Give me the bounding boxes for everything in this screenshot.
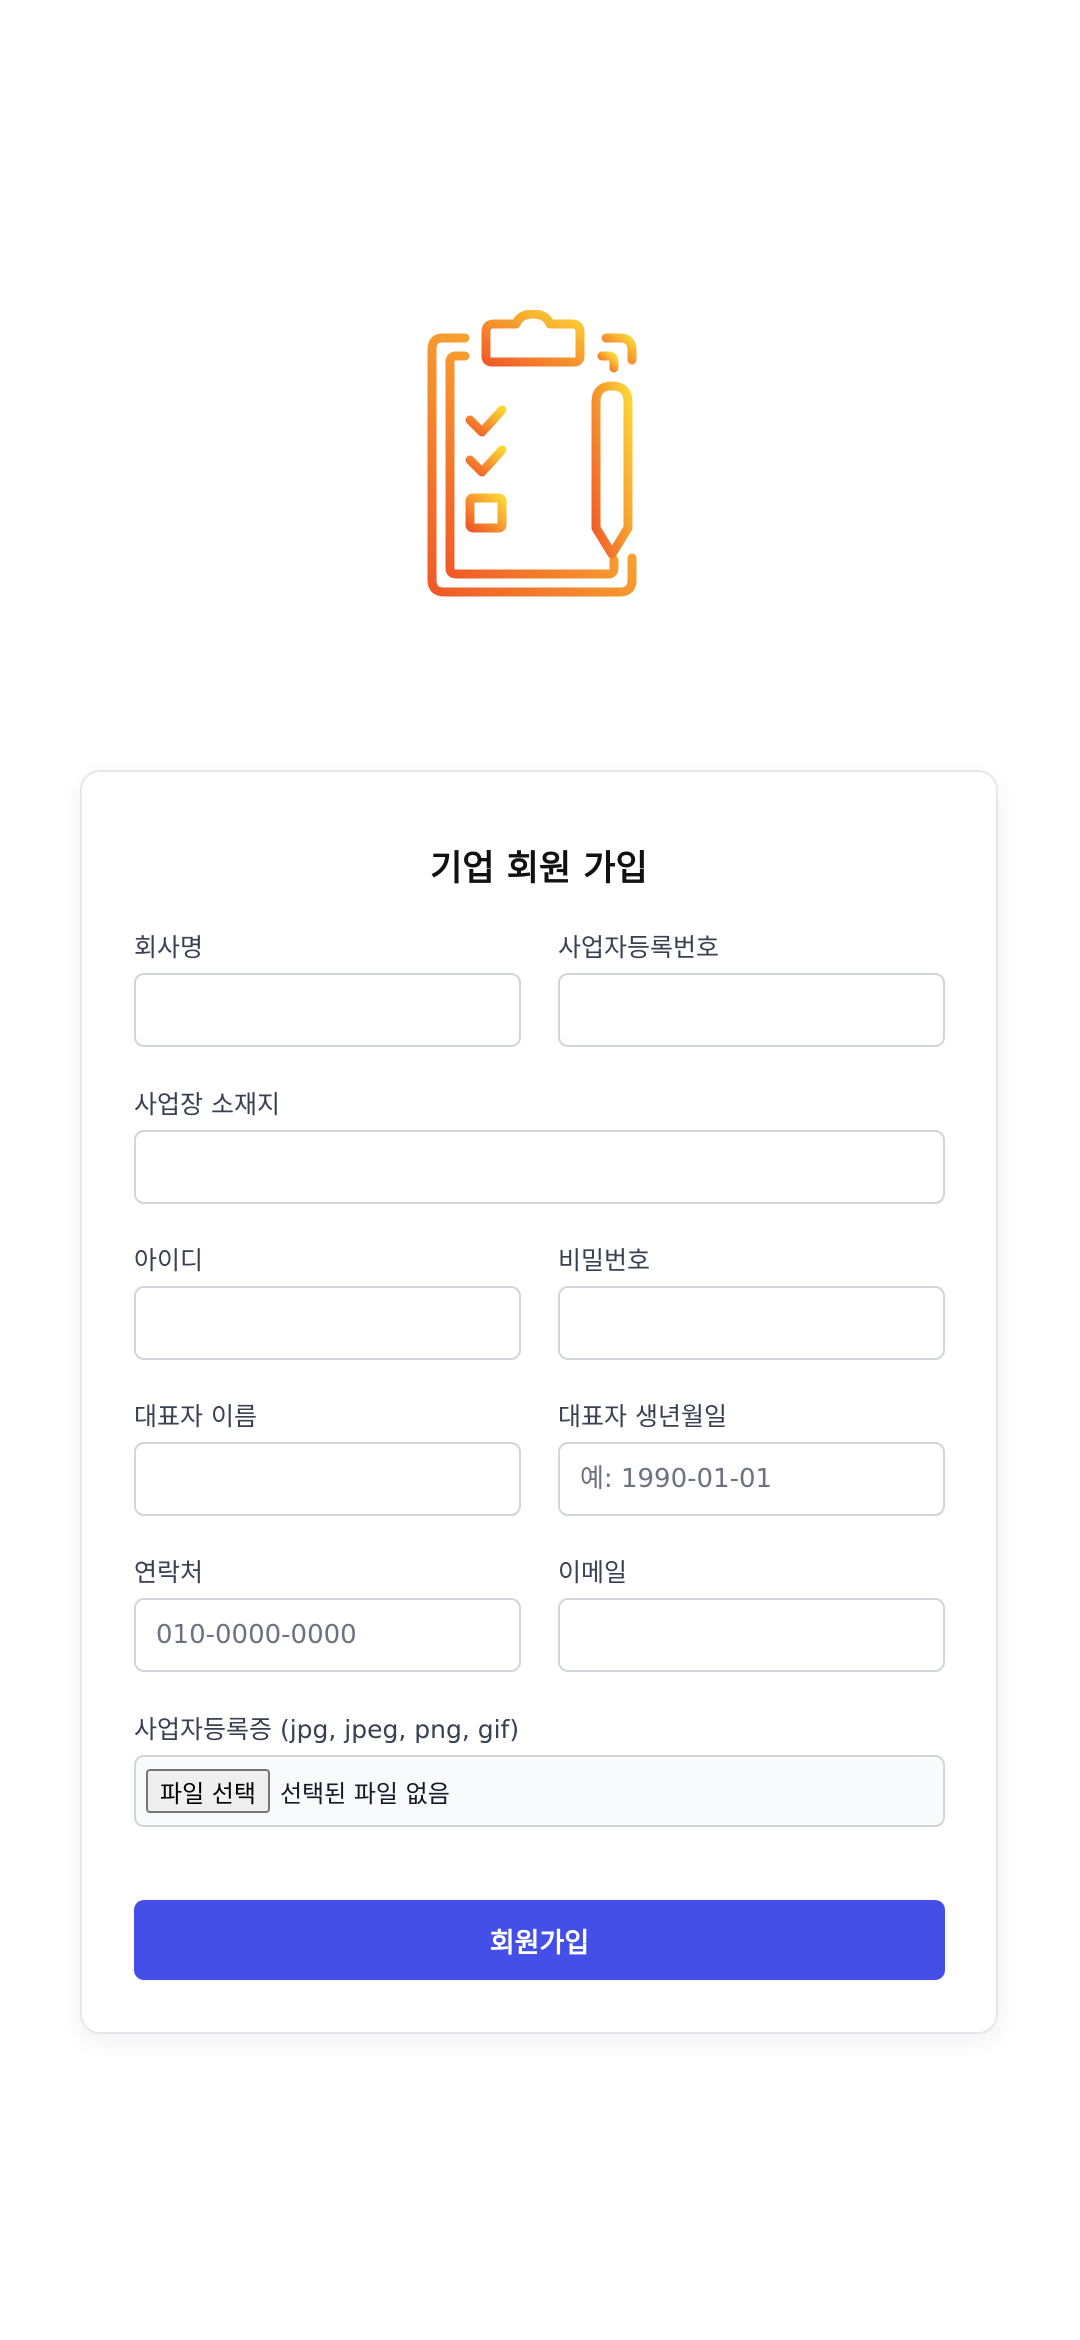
business-license-label: 사업자등록증 (jpg, jpeg, png, gif) bbox=[134, 1715, 520, 1744]
password-label: 비밀번호 bbox=[558, 1246, 651, 1275]
ceo-name-label: 대표자 이름 bbox=[134, 1402, 257, 1431]
ceo-name-input[interactable] bbox=[134, 1442, 521, 1516]
business-number-input[interactable] bbox=[558, 973, 945, 1047]
ceo-birthdate-field: 대표자 생년월일 bbox=[558, 1399, 945, 1516]
user-id-label: 아이디 bbox=[134, 1246, 204, 1275]
signup-button[interactable]: 회원가입 bbox=[134, 1900, 945, 1980]
password-field: 비밀번호 bbox=[558, 1243, 945, 1360]
ceo-birthdate-input[interactable] bbox=[558, 1442, 945, 1516]
phone-label: 연락처 bbox=[134, 1558, 204, 1587]
phone-field: 연락처 bbox=[134, 1555, 521, 1672]
choose-file-button[interactable]: 파일 선택 bbox=[146, 1769, 270, 1813]
business-number-label: 사업자등록번호 bbox=[558, 933, 720, 962]
ceo-birthdate-label: 대표자 생년월일 bbox=[558, 1402, 727, 1431]
page-title: 기업 회원 가입 bbox=[430, 849, 648, 889]
company-name-input[interactable] bbox=[134, 973, 521, 1047]
business-number-field: 사업자등록번호 bbox=[558, 930, 945, 1047]
company-name-field: 회사명 bbox=[134, 930, 521, 1047]
business-address-input[interactable] bbox=[134, 1130, 945, 1204]
email-input[interactable] bbox=[558, 1598, 945, 1672]
phone-input[interactable] bbox=[134, 1598, 521, 1672]
email-field: 이메일 bbox=[558, 1555, 945, 1672]
password-input[interactable] bbox=[558, 1286, 945, 1360]
business-address-field: 사업장 소재지 bbox=[134, 1087, 945, 1204]
file-input[interactable]: 파일 선택 선택된 파일 없음 bbox=[134, 1755, 945, 1827]
signup-card: 기업 회원 가입 회사명 사업자등록번호 사업장 소재지 아이디 비밀번호 대표… bbox=[80, 770, 998, 2034]
user-id-field: 아이디 bbox=[134, 1243, 521, 1360]
business-address-label: 사업장 소재지 bbox=[134, 1090, 280, 1119]
ceo-name-field: 대표자 이름 bbox=[134, 1399, 521, 1516]
company-name-label: 회사명 bbox=[134, 933, 204, 962]
clipboard-checklist-icon bbox=[420, 310, 660, 600]
file-status-text: 선택된 파일 없음 bbox=[279, 1779, 450, 1808]
email-label: 이메일 bbox=[558, 1558, 628, 1587]
business-license-field: 사업자등록증 (jpg, jpeg, png, gif) 파일 선택 선택된 파… bbox=[134, 1712, 945, 1827]
user-id-input[interactable] bbox=[134, 1286, 521, 1360]
